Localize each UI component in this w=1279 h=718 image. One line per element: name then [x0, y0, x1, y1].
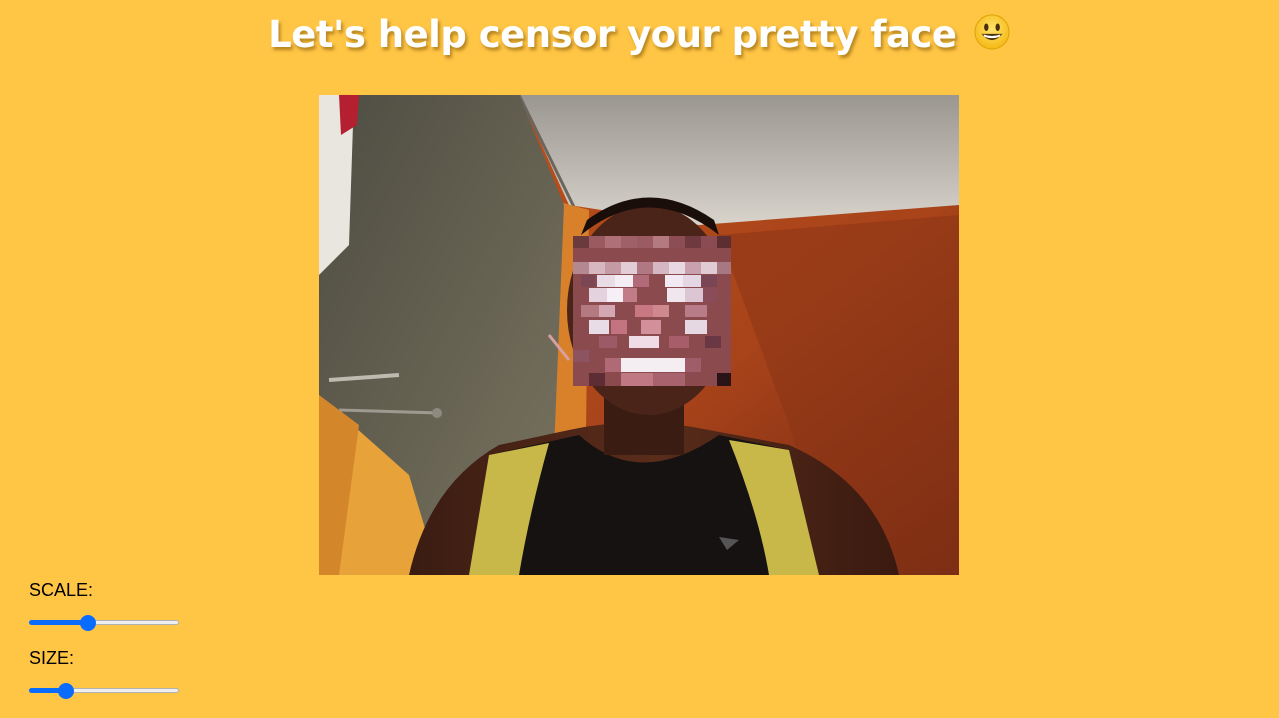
size-slider[interactable] [29, 681, 179, 701]
controls-panel: SCALE: SIZE: [29, 578, 229, 714]
grinning-face-icon [974, 14, 1010, 50]
app: Let's help censor your pretty face SCALE… [0, 0, 1279, 718]
size-slider-thumb[interactable] [58, 683, 75, 699]
size-label: SIZE: [29, 648, 75, 668]
scale-label: SCALE: [29, 580, 94, 600]
pixelated-face-mosaic [573, 236, 731, 386]
webcam-video [319, 95, 959, 575]
page-title: Let's help censor your pretty face [0, 10, 1279, 60]
scale-slider-thumb[interactable] [79, 615, 96, 631]
scale-slider[interactable] [29, 613, 179, 633]
webcam-frame [319, 95, 959, 575]
title-text: Let's help censor your pretty face [268, 13, 957, 56]
